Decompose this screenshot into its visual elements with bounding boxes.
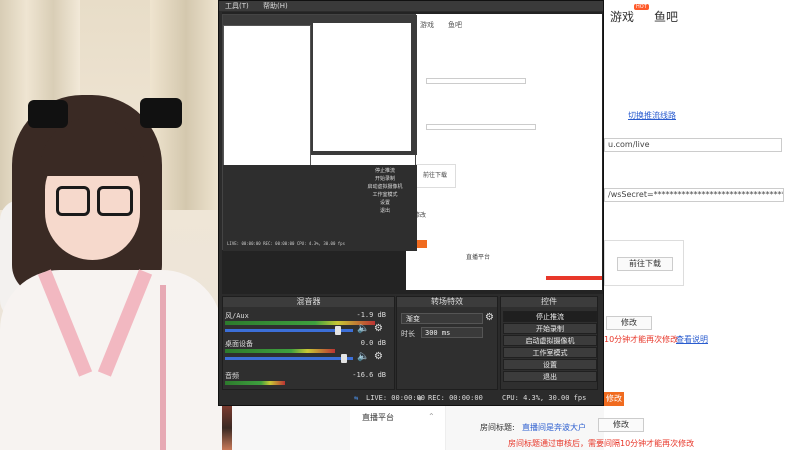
- preview-side-item: 直播平台: [466, 254, 491, 261]
- nested-ctl: 退出: [379, 208, 390, 214]
- switch-line-link[interactable]: 切换推流线路: [628, 110, 676, 121]
- room-title-value[interactable]: 直播间是奔波大户: [522, 422, 586, 433]
- hair-bow: [28, 100, 68, 128]
- room-title-label: 房间标题:: [480, 423, 515, 432]
- nested-inner-page: [313, 23, 411, 151]
- nested-dock: 停止推流 开始录制 启动虚拟摄像机 工作室模式 设置 退出 LIVE: 00:0…: [223, 165, 417, 251]
- chevron-up-icon[interactable]: ⌃: [428, 412, 435, 421]
- audio-meter: [225, 381, 285, 385]
- hair-bow: [140, 98, 182, 128]
- exit-button[interactable]: 退出: [503, 371, 597, 382]
- transition-panel: 转场特效 渐变 ⚙ 时长 300 ms: [396, 296, 498, 390]
- channel-db: -16.6 dB: [352, 371, 386, 379]
- channel-label: 风/Aux: [225, 312, 249, 320]
- preview-tab-game: 游戏: [420, 21, 434, 29]
- channel-label: 音频: [225, 372, 239, 380]
- nested-status: LIVE: 00:00:00 REC: 00:00:00 CPU: 4.3%, …: [227, 241, 346, 246]
- volume-slider-handle[interactable]: [335, 326, 341, 335]
- stream-key-field[interactable]: /wsSecret=******************************…: [604, 188, 784, 202]
- gear-icon[interactable]: ⚙: [374, 351, 383, 362]
- menu-help[interactable]: 帮助(H): [263, 2, 288, 10]
- nested-preview: [223, 15, 417, 175]
- webcam-feed: [0, 0, 222, 450]
- duration-field[interactable]: 300 ms: [421, 327, 483, 338]
- channel-label: 桌面设备: [225, 340, 253, 348]
- preview-input: [426, 78, 526, 84]
- download-button[interactable]: 前往下载: [617, 257, 673, 271]
- volume-slider[interactable]: [225, 357, 353, 360]
- room-title-notice: 房间标题通过审核后，需要间隔10分钟才能再次修改: [508, 439, 695, 448]
- studio-mode-button[interactable]: 工作室模式: [503, 347, 597, 358]
- obs-statusbar: ⇆ LIVE: 00:00:00 ● REC: 00:00:00 CPU: 4.…: [222, 392, 602, 404]
- photo-strip: [222, 406, 232, 450]
- audio-meter: [225, 321, 375, 325]
- volume-slider[interactable]: [225, 329, 353, 332]
- side-menu: 直播平台 ⌃: [350, 406, 446, 450]
- preview-input: [426, 124, 536, 130]
- speaker-icon[interactable]: 🔈: [357, 323, 369, 334]
- gear-icon[interactable]: ⚙: [485, 312, 494, 323]
- preview-tab-fishbar: 鱼吧: [448, 21, 462, 29]
- nested-controls: 停止推流 开始录制 启动虚拟摄像机 工作室模式 设置 退出: [355, 167, 415, 215]
- controls-title: 控件: [501, 297, 597, 307]
- live-icon: ⇆: [354, 394, 359, 402]
- orange-marker: [417, 240, 427, 248]
- record-icon: ●: [418, 394, 423, 402]
- menu-tools[interactable]: 工具(T): [225, 2, 249, 10]
- view-notice-link[interactable]: 查看说明: [676, 334, 708, 345]
- nested-ctl: 设置: [379, 200, 390, 206]
- side-menu-item[interactable]: 直播平台: [362, 412, 394, 423]
- live-time: LIVE: 00:00:00: [366, 394, 426, 402]
- nested-ctl: 工作室模式: [372, 192, 398, 198]
- modify-button[interactable]: 修改: [606, 316, 652, 330]
- settings-button[interactable]: 设置: [503, 359, 597, 370]
- transition-title: 转场特效: [397, 297, 497, 307]
- nested-inner-preview: [223, 25, 311, 175]
- rtmp-url-field[interactable]: u.com/live: [604, 138, 782, 152]
- mixer-title: 混音器: [223, 297, 394, 307]
- nested-ctl: 开始录制: [374, 176, 395, 182]
- nested-ctl: 停止推流: [374, 168, 395, 174]
- speaker-icon[interactable]: 🔈: [357, 351, 369, 362]
- nav-game[interactable]: 游戏: [610, 8, 634, 25]
- stop-stream-button[interactable]: 停止推流: [503, 311, 597, 322]
- earphone-cable: [160, 285, 166, 450]
- channel-db: -1.9 dB: [356, 311, 386, 319]
- glasses-icon: [56, 186, 90, 216]
- room-modify-button[interactable]: 修改: [598, 418, 644, 432]
- virtual-camera-button[interactable]: 启动虚拟摄像机: [503, 335, 597, 346]
- channel-db: 0.0 dB: [360, 339, 386, 347]
- transition-select[interactable]: 渐变: [401, 313, 483, 324]
- start-recording-button[interactable]: 开始录制: [503, 323, 597, 334]
- controls-panel: 控件 停止推流 开始录制 启动虚拟摄像机 工作室模式 设置 退出: [500, 296, 598, 390]
- preview-download-box: 前往下载: [414, 164, 456, 188]
- cpu-status: CPU: 4.3%, 30.00 fps: [502, 394, 587, 402]
- duration-label: 时长: [401, 330, 415, 338]
- nested-obs-window: 停止推流 开始录制 启动虚拟摄像机 工作室模式 设置 退出 LIVE: 00:0…: [222, 14, 417, 251]
- download-panel: 前往下载: [604, 240, 684, 286]
- hot-badge: HOT: [634, 4, 649, 10]
- modify-notice: 10分钟才能再次修改: [604, 335, 679, 344]
- audio-meter: [225, 349, 335, 353]
- preview-webpage: 游戏 鱼吧 前往下载 修改 直播平台: [406, 14, 602, 290]
- orange-button[interactable]: 修改: [604, 392, 624, 406]
- web-page: 游戏 HOT 鱼吧 切换推流线路 u.com/live /wsSecret=**…: [604, 0, 800, 450]
- gear-icon[interactable]: ⚙: [374, 323, 383, 334]
- rec-time: REC: 00:00:00: [428, 394, 483, 402]
- glasses-icon: [97, 186, 133, 216]
- nested-ctl: 启动虚拟摄像机: [367, 184, 403, 190]
- nav-fishbar[interactable]: 鱼吧: [654, 8, 678, 25]
- mixer-panel: 混音器 风/Aux -1.9 dB 🔈 ⚙ 桌面设备 0.0 dB 🔈 ⚙ 音频…: [222, 296, 395, 390]
- obs-menubar: 工具(T) 帮助(H): [219, 1, 603, 11]
- obs-preview[interactable]: 游戏 鱼吧 前往下载 修改 直播平台 停止推流 开始录制 启动虚拟摄像机 工作室…: [222, 12, 603, 294]
- volume-slider-handle[interactable]: [341, 354, 347, 363]
- preview-red-notice: [546, 276, 602, 280]
